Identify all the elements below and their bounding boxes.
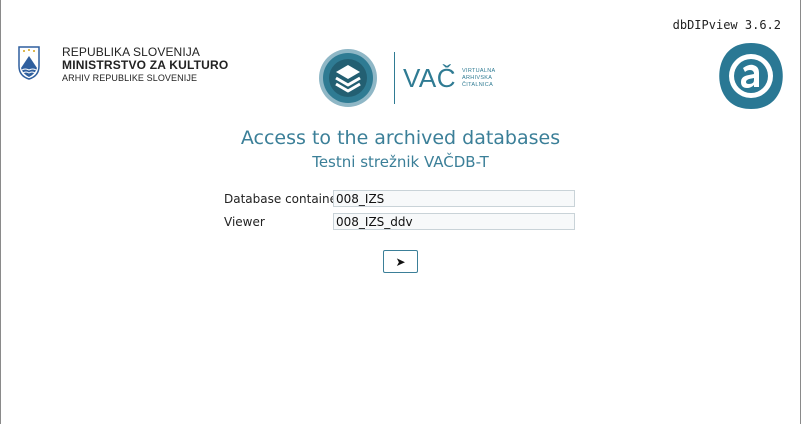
viewer-row: Viewer bbox=[224, 213, 575, 230]
arrow-right-icon: ➤ bbox=[395, 254, 406, 269]
submit-button[interactable]: ➤ bbox=[383, 250, 418, 273]
ministry-line-ministry: MINISTRSTVO ZA KULTURO bbox=[62, 58, 229, 72]
vac-subtitle-line3: ČITALNICA bbox=[462, 81, 494, 88]
viewer-input[interactable] bbox=[333, 213, 575, 230]
vac-wordmark: VAČ bbox=[403, 62, 457, 93]
page-title: Access to the archived databases bbox=[240, 127, 561, 149]
viewer-label: Viewer bbox=[224, 214, 265, 229]
database-container-input[interactable] bbox=[333, 190, 575, 207]
database-container-row: Database container bbox=[224, 190, 575, 207]
app-version-label: dbDIPview 3.6.2 bbox=[672, 18, 781, 32]
vac-subtitle-line1: VIRTUALNA bbox=[462, 67, 496, 74]
vac-logo: VAČ VIRTUALNA ARHIVSKA ČITALNICA bbox=[318, 48, 496, 108]
slovenia-coat-of-arms-icon bbox=[18, 46, 40, 80]
vac-divider bbox=[394, 52, 395, 104]
database-container-label: Database container bbox=[224, 191, 342, 206]
page-subtitle: Testni strežnik VAČDB-T bbox=[312, 153, 489, 171]
vac-subtitle-line2: ARHIVSKA bbox=[462, 74, 493, 81]
archive-a-logo-icon bbox=[719, 43, 783, 109]
vac-layers-icon bbox=[319, 49, 377, 107]
ministry-logo: REPUBLIKA SLOVENIJA MINISTRSTVO ZA KULTU… bbox=[18, 46, 228, 85]
ministry-line-archive: ARHIV REPUBLIKE SLOVENIJE bbox=[62, 73, 198, 83]
vac-subtitle: VIRTUALNA ARHIVSKA ČITALNICA bbox=[462, 68, 495, 89]
